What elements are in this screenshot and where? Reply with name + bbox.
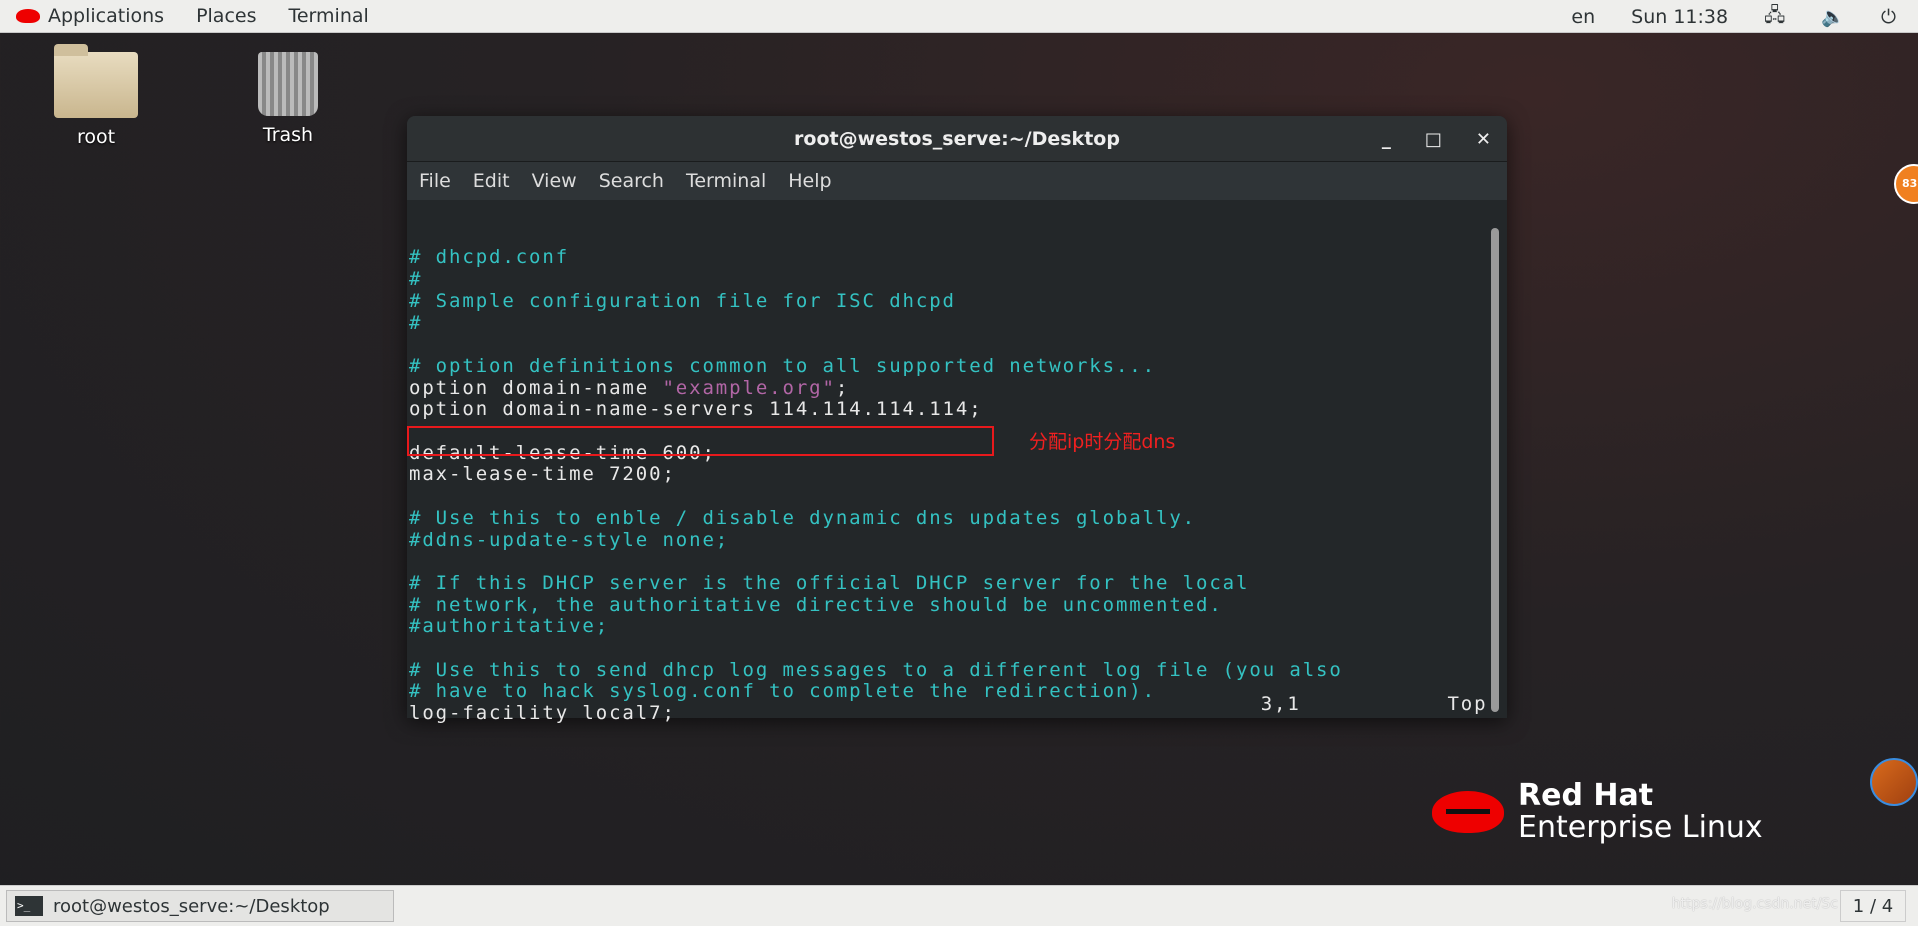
terminal-window: root@westos_serve:~/Desktop _ □ ✕ File E…: [407, 116, 1507, 724]
terminal-line: #ddns-update-style none;: [409, 528, 1507, 552]
terminal-line: option domain-name "example.org";: [409, 376, 1507, 400]
line-text: [409, 333, 422, 355]
menu-edit[interactable]: Edit: [473, 170, 510, 192]
line-text: option domain-name-servers 114.114.114.1…: [409, 398, 983, 421]
annotation-text: 分配ip时分配dns: [1029, 431, 1176, 453]
top-panel: Applications Places Terminal en Sun 11:3…: [0, 0, 1918, 33]
menu-view[interactable]: View: [532, 170, 577, 192]
taskbar-terminal-item[interactable]: >_ root@westos_serve:~/Desktop: [6, 890, 394, 922]
menu-bar: File Edit View Search Terminal Help: [407, 162, 1507, 200]
bottom-taskbar: >_ root@westos_serve:~/Desktop https://bl…: [0, 885, 1918, 926]
vim-status-line: 3,1 Top: [407, 693, 1488, 715]
redhat-logo: Red Hat Enterprise Linux: [1432, 780, 1763, 844]
workspace-indicator[interactable]: 1 / 4: [1840, 890, 1906, 922]
terminal-line: #: [409, 311, 1507, 335]
window-title: root@westos_serve:~/Desktop: [794, 127, 1120, 150]
line-text: max-lease-time 7200;: [409, 463, 676, 486]
language-indicator[interactable]: en: [1571, 6, 1595, 28]
line-end: ;: [835, 376, 850, 399]
line-text: # Use this to send dhcp log messages to …: [409, 658, 1343, 681]
line-text: # dhcpd.conf: [409, 246, 570, 269]
terminal-line: # option definitions common to all suppo…: [409, 354, 1507, 378]
notification-badge[interactable]: 83: [1894, 164, 1918, 204]
window-titlebar[interactable]: root@westos_serve:~/Desktop _ □ ✕: [407, 116, 1507, 162]
terminal-line: # If this DHCP server is the official DH…: [409, 571, 1507, 595]
terminal-line: # Use this to send dhcp log messages to …: [409, 658, 1507, 682]
desktop-icon-root[interactable]: root: [36, 44, 156, 148]
line-text: [409, 485, 422, 507]
terminal-line: [409, 551, 1507, 573]
terminal-line: # dhcpd.conf: [409, 247, 1507, 269]
terminal-app-menu[interactable]: Terminal: [272, 5, 384, 27]
trash-icon: [258, 52, 318, 116]
line-text: #: [409, 268, 423, 291]
line-text: #: [409, 311, 423, 334]
line-text: option domain-name: [409, 376, 663, 399]
line-text: # If this DHCP server is the official DH…: [409, 571, 1250, 594]
close-button[interactable]: ✕: [1476, 129, 1491, 150]
terminal-line: # Sample configuration file for ISC dhcp…: [409, 289, 1507, 313]
terminal-line: option domain-name-servers 114.114.114.1…: [409, 398, 1507, 421]
line-text: [409, 637, 422, 659]
terminal-line: #: [409, 268, 1507, 291]
menu-terminal[interactable]: Terminal: [686, 170, 766, 192]
places-menu[interactable]: Places: [180, 5, 272, 27]
redhat-icon: [16, 9, 40, 23]
desktop-icon-trash[interactable]: Trash: [228, 52, 348, 146]
home-folder-icon: [54, 44, 138, 118]
line-text: # option definitions common to all suppo…: [409, 354, 1156, 377]
scrollbar[interactable]: [1491, 228, 1499, 712]
menu-help[interactable]: Help: [788, 170, 831, 192]
string-literal: "example.org": [662, 376, 836, 399]
terminal-line: max-lease-time 7200;: [409, 464, 1507, 486]
applications-menu[interactable]: Applications: [0, 5, 180, 27]
clock[interactable]: Sun 11:38: [1631, 6, 1728, 28]
terminal-line: [409, 334, 1507, 356]
network-icon[interactable]: 🖧: [1764, 1, 1785, 33]
line-text: #authoritative;: [409, 615, 610, 638]
line-text: #ddns-update-style none;: [409, 528, 730, 551]
maximize-button[interactable]: □: [1425, 129, 1442, 150]
line-text: # Use this to enble / disable dynamic dn…: [409, 506, 1196, 529]
menu-file[interactable]: File: [419, 170, 451, 192]
terminal-icon: >_: [15, 896, 43, 916]
terminal-content[interactable]: # dhcpd.conf # # Sample configuration file…: [407, 200, 1507, 724]
terminal-line: #authoritative;: [409, 616, 1507, 638]
redhat-hat-icon: [1432, 791, 1504, 833]
power-icon[interactable]: ⏻: [1881, 6, 1896, 28]
highlight-box: [407, 426, 994, 456]
line-text: [409, 550, 422, 572]
terminal-line: [409, 486, 1507, 508]
terminal-line: [409, 638, 1507, 660]
watermark: https://blog.csdn.net/Sc: [1671, 896, 1838, 912]
menu-search[interactable]: Search: [599, 170, 664, 192]
line-text: # network, the authoritative directive s…: [409, 593, 1223, 616]
terminal-line: # Use this to enble / disable dynamic dn…: [409, 506, 1507, 530]
terminal-line: # network, the authoritative directive s…: [409, 593, 1507, 617]
minimize-button[interactable]: _: [1382, 129, 1391, 150]
line-text: # Sample configuration file for ISC dhcp…: [409, 289, 956, 312]
floating-avatar[interactable]: [1870, 758, 1918, 806]
volume-icon[interactable]: 🔈: [1821, 5, 1845, 28]
